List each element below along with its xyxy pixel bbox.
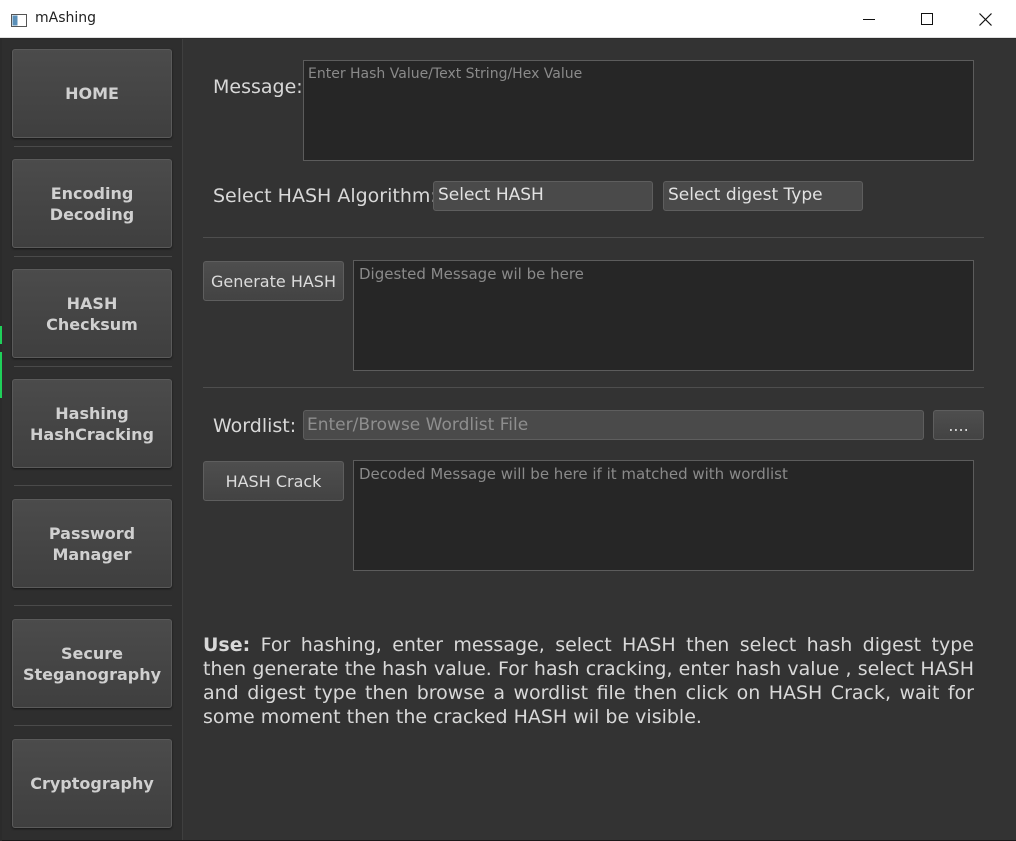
minimize-icon <box>863 13 875 25</box>
sidebar-divider <box>14 366 172 367</box>
section-divider <box>203 237 984 238</box>
browse-wordlist-button[interactable]: .... <box>933 410 984 440</box>
sidebar-divider <box>14 256 172 257</box>
usage-text: For hashing, enter message, select HASH … <box>203 634 974 728</box>
window-title: mAshing <box>35 10 97 26</box>
sidebar-item-hashing-hashcracking[interactable]: Hashing HashCracking <box>12 379 172 468</box>
sidebar-divider <box>14 605 172 606</box>
main-panel: Message: Enter Hash Value/Text String/He… <box>183 39 1016 841</box>
minimize-button[interactable] <box>840 0 898 38</box>
digest-type-select[interactable]: Select digest Type <box>663 181 863 211</box>
sidebar-item-password-manager[interactable]: Password Manager <box>12 499 172 588</box>
sidebar-item-encoding-decoding[interactable]: Encoding Decoding <box>12 159 172 248</box>
sidebar-item-home[interactable]: HOME <box>12 49 172 138</box>
sidebar-divider <box>14 725 172 726</box>
hash-algorithm-select[interactable]: Select HASH <box>433 181 653 211</box>
close-button[interactable] <box>956 0 1014 38</box>
sidebar-divider <box>14 146 172 147</box>
algorithm-label: Select HASH Algorithm: <box>213 185 437 207</box>
hash-crack-button[interactable]: HASH Crack <box>203 461 344 501</box>
digest-output[interactable]: Digested Message wil be here <box>353 260 974 371</box>
sidebar-divider <box>14 485 172 486</box>
wordlist-input[interactable]: Enter/Browse Wordlist File <box>303 410 924 440</box>
sidebar-item-hash-checksum[interactable]: HASH Checksum <box>12 269 172 358</box>
sidebar-item-cryptography[interactable]: Cryptography <box>12 739 172 828</box>
message-input[interactable]: Enter Hash Value/Text String/Hex Value <box>303 60 974 161</box>
maximize-button[interactable] <box>898 0 956 38</box>
usage-title: Use: <box>203 634 251 656</box>
section-divider <box>203 387 984 388</box>
usage-instructions: Use: For hashing, enter message, select … <box>203 633 974 729</box>
decoded-output[interactable]: Decoded Message will be here if it match… <box>353 460 974 571</box>
generate-hash-button[interactable]: Generate HASH <box>203 261 344 301</box>
maximize-icon <box>921 13 933 25</box>
sidebar: HOME Encoding Decoding HASH Checksum Has… <box>2 39 183 840</box>
sidebar-item-secure-steganography[interactable]: Secure Steganography <box>12 619 172 708</box>
app-window-icon <box>11 12 27 27</box>
wordlist-label: Wordlist: <box>213 415 297 437</box>
message-label: Message: <box>213 76 303 98</box>
title-bar: mAshing <box>0 0 1016 38</box>
close-icon <box>978 12 992 26</box>
